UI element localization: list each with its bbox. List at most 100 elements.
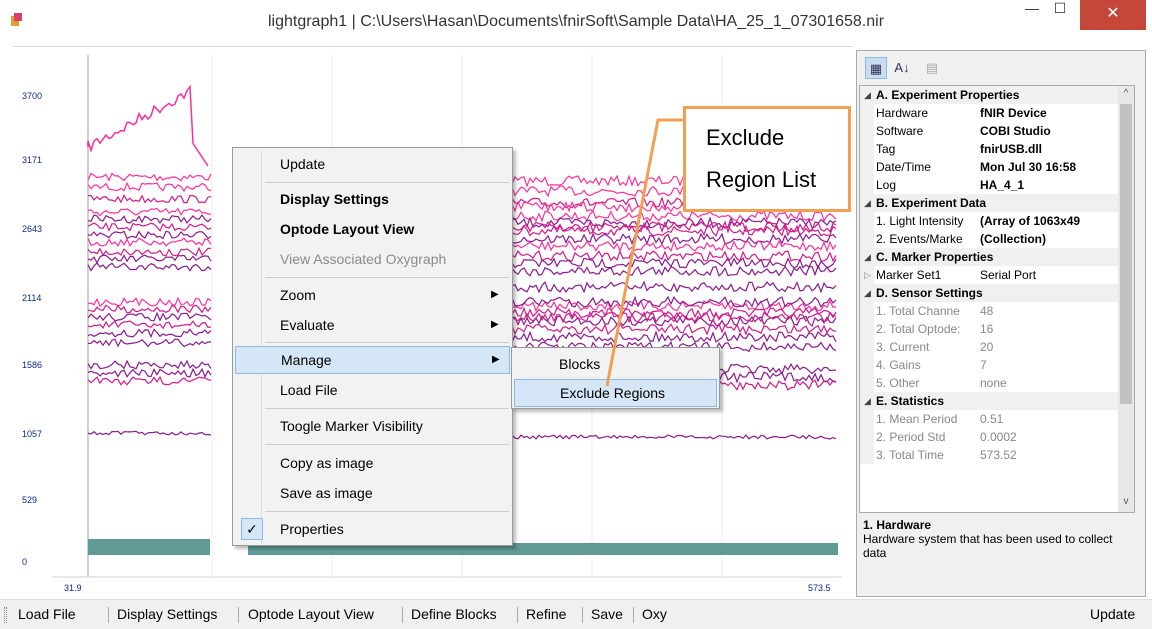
menu-item-properties[interactable]: ✓ Properties — [235, 516, 510, 544]
close-button[interactable]: ✕ — [1080, 0, 1146, 30]
window-title: lightgraph1 | C:\Users\Hasan\Documents\f… — [267, 13, 885, 30]
menu-item-zoom[interactable]: Zoom ▶ — [235, 282, 510, 310]
category-label: C. Marker Properties — [876, 250, 994, 264]
submenu-arrow-icon: ▶ — [491, 289, 499, 300]
property-row[interactable]: ▷ Marker Set1 Serial Port — [860, 266, 1134, 284]
property-row[interactable]: Software COBI Studio — [860, 122, 1134, 140]
property-value[interactable]: 20 — [980, 338, 1134, 356]
status-update[interactable]: Update — [1090, 606, 1135, 622]
manage-submenu: Blocks Exclude Regions — [511, 347, 720, 409]
property-value[interactable]: 573.52 — [980, 446, 1134, 464]
menu-item-load-file[interactable]: Load File — [235, 377, 510, 405]
menu-item-copy-as-image[interactable]: Copy as image — [235, 450, 510, 478]
property-value[interactable]: (Collection) — [980, 230, 1134, 248]
status-oxy[interactable]: Oxy — [642, 606, 667, 622]
property-category[interactable]: ◢ C. Marker Properties — [860, 248, 1134, 266]
property-name: 3. Current — [876, 340, 930, 354]
property-row[interactable]: Tag fnirUSB.dll — [860, 140, 1134, 158]
property-value[interactable]: (Array of 1063x49 — [980, 212, 1134, 230]
category-label: A. Experiment Properties — [876, 88, 1020, 102]
property-value[interactable]: none — [980, 374, 1134, 392]
status-define-blocks[interactable]: Define Blocks — [411, 606, 497, 622]
scroll-thumb[interactable] — [1120, 104, 1132, 404]
menu-item-view-oxygraph[interactable]: View Associated Oxygraph — [235, 246, 510, 274]
property-row[interactable]: 1. Mean Period 0.51 — [860, 410, 1134, 428]
properties-toolbar: ▦ A↓ ▤ — [861, 55, 1143, 85]
context-menu: Update Display Settings Optode Layout Vi… — [232, 147, 513, 546]
menu-item-update[interactable]: Update — [235, 151, 510, 179]
property-row[interactable]: 2. Period Std 0.0002 — [860, 428, 1134, 446]
status-load-file[interactable]: Load File — [18, 606, 76, 622]
menu-item-exclude-regions[interactable]: Exclude Regions — [514, 379, 717, 407]
property-value[interactable]: fNIR Device — [980, 104, 1134, 122]
submenu-arrow-icon: ▶ — [491, 319, 499, 330]
collapse-icon[interactable]: ◢ — [864, 194, 871, 212]
exclude-region-callout: Exclude Region List — [683, 106, 851, 212]
maximize-button[interactable]: ☐ — [1047, 0, 1073, 24]
menu-item-optode-layout-view[interactable]: Optode Layout View — [235, 216, 510, 244]
property-row[interactable]: 5. Other none — [860, 374, 1134, 392]
property-value[interactable]: 0.0002 — [980, 428, 1134, 446]
property-category[interactable]: ◢ B. Experiment Data — [860, 194, 1134, 212]
categorized-icon[interactable]: ▦ — [865, 57, 887, 79]
scroll-down-icon[interactable]: v — [1118, 496, 1134, 507]
property-row[interactable]: Hardware fNIR Device — [860, 104, 1134, 122]
property-value[interactable]: 16 — [980, 320, 1134, 338]
property-grid-scrollbar[interactable]: ^ v — [1118, 86, 1134, 512]
category-label: E. Statistics — [876, 394, 945, 408]
collapse-icon[interactable]: ◢ — [864, 392, 871, 410]
minimize-button[interactable]: — — [1019, 0, 1045, 24]
y-tick-label: 2643 — [22, 224, 43, 234]
property-row[interactable]: 2. Total Optode: 16 — [860, 320, 1134, 338]
alphabetical-sort-icon[interactable]: A↓ — [891, 57, 913, 79]
menu-item-display-settings[interactable]: Display Settings — [235, 186, 510, 214]
property-value[interactable]: 0.51 — [980, 410, 1134, 428]
property-row[interactable]: 2. Events/Marke (Collection) — [860, 230, 1134, 248]
property-value[interactable]: 48 — [980, 302, 1134, 320]
property-row[interactable]: 3. Current 20 — [860, 338, 1134, 356]
title-bar: lightgraph1 | C:\Users\Hasan\Documents\f… — [0, 0, 1152, 46]
menu-item-evaluate[interactable]: Evaluate ▶ — [235, 312, 510, 340]
x-tick-label: 31.9 — [64, 583, 82, 593]
property-value[interactable]: 7 — [980, 356, 1134, 374]
property-row[interactable]: 1. Light Intensity (Array of 1063x49 — [860, 212, 1134, 230]
property-value[interactable]: Serial Port — [980, 266, 1134, 284]
property-name: 3. Total Time — [876, 448, 944, 462]
property-name: 2. Total Optode: — [876, 322, 961, 336]
submenu-arrow-icon: ▶ — [492, 354, 500, 365]
y-tick-label: 1057 — [22, 429, 43, 439]
property-category[interactable]: ◢ E. Statistics — [860, 392, 1134, 410]
menu-item-blocks[interactable]: Blocks — [514, 351, 717, 379]
property-value[interactable]: HA_4_1 — [980, 176, 1134, 194]
property-row[interactable]: Date/Time Mon Jul 30 16:58 — [860, 158, 1134, 176]
property-grid[interactable]: ◢ A. Experiment Properties Hardware fNIR De… — [859, 85, 1135, 513]
menu-item-manage[interactable]: Manage ▶ — [235, 346, 510, 374]
collapse-icon[interactable]: ◢ — [864, 86, 871, 104]
property-row[interactable]: Log HA_4_1 — [860, 176, 1134, 194]
collapse-icon[interactable]: ◢ — [864, 248, 871, 266]
property-category[interactable]: ◢ A. Experiment Properties — [860, 86, 1134, 104]
status-refine[interactable]: Refine — [526, 606, 566, 622]
collapse-icon[interactable]: ◢ — [864, 284, 871, 302]
expand-icon[interactable]: ▷ — [864, 266, 871, 284]
property-value[interactable]: Mon Jul 30 16:58 — [980, 158, 1134, 176]
property-value[interactable]: fnirUSB.dll — [980, 140, 1134, 158]
status-display-settings[interactable]: Display Settings — [117, 606, 217, 622]
property-row[interactable]: 1. Total Channe 48 — [860, 302, 1134, 320]
property-value[interactable]: COBI Studio — [980, 122, 1134, 140]
property-pages-icon[interactable]: ▤ — [921, 57, 943, 79]
menu-item-toggle-marker-visibility[interactable]: Toogle Marker Visibility — [235, 413, 510, 441]
scroll-up-icon[interactable]: ^ — [1118, 88, 1134, 99]
property-category[interactable]: ◢ D. Sensor Settings — [860, 284, 1134, 302]
status-save[interactable]: Save — [591, 606, 623, 622]
property-name: 1. Mean Period — [876, 412, 958, 426]
status-optode-layout[interactable]: Optode Layout View — [248, 606, 374, 622]
property-row[interactable]: 3. Total Time 573.52 — [860, 446, 1134, 464]
y-tick-label: 3171 — [22, 155, 43, 165]
y-tick-label: 3700 — [22, 91, 43, 101]
property-name: Tag — [876, 142, 896, 156]
menu-item-save-as-image[interactable]: Save as image — [235, 480, 510, 508]
property-name: 5. Other — [876, 376, 920, 390]
x-tick-label: 573.5 — [808, 583, 831, 593]
property-row[interactable]: 4. Gains 7 — [860, 356, 1134, 374]
